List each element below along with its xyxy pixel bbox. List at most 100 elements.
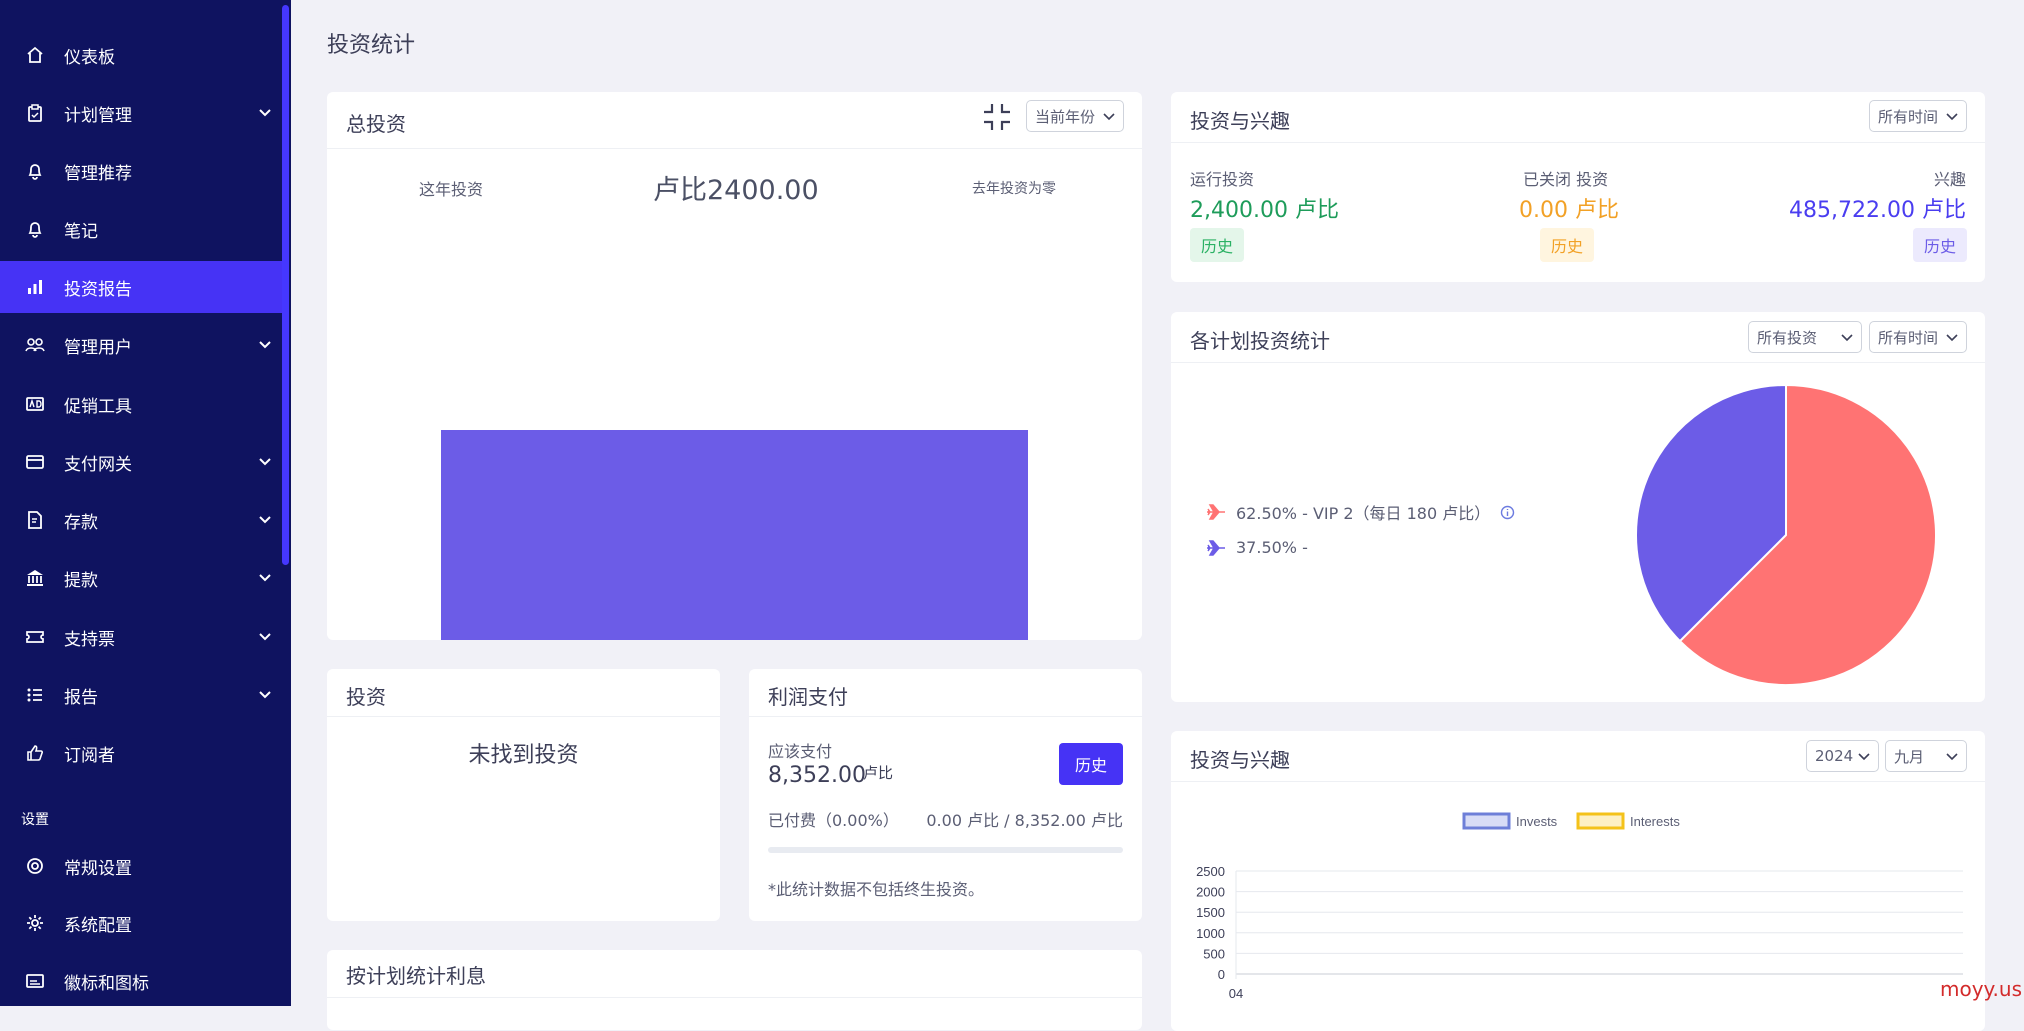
card-title: 利润支付: [768, 685, 848, 709]
legend-item: 37.50% -: [1206, 538, 1308, 557]
total-investment-amount: 卢比2400.00: [653, 175, 819, 206]
profit-payment-card: 利润支付 应该支付 8,352.00 卢比 历史 已付费（0.00%） 0.00…: [749, 669, 1142, 921]
page-title: 投资统计: [327, 33, 416, 58]
bell-icon: [24, 160, 46, 182]
sidebar-item-label: 订阅者: [64, 745, 115, 766]
sidebar-item-referrals[interactable]: 管理推荐: [0, 145, 282, 197]
sidebar-item-plan-management[interactable]: 计划管理: [0, 87, 282, 139]
collapse-icon[interactable]: [982, 102, 1012, 132]
due-label: 应该支付: [768, 742, 833, 761]
time-select[interactable]: 所有时间: [1869, 100, 1967, 132]
plan-stats-card: 各计划投资统计 所有投资 所有时间 62.50% - VIP 2（每日 180 …: [1171, 312, 1985, 702]
card-title: 投资与兴趣: [1190, 748, 1290, 772]
legend-item: 62.50% - VIP 2（每日 180 卢比）: [1206, 500, 1515, 524]
investment-filter-select[interactable]: 所有投资: [1748, 321, 1862, 353]
card-header: 投资与兴趣 2024 九月: [1171, 731, 1985, 782]
legend-label: Interests: [1630, 814, 1680, 829]
sidebar-scrollbar[interactable]: [282, 5, 289, 565]
sidebar-item-notes[interactable]: 笔记: [0, 203, 282, 255]
interest-value: 485,722.00 卢比: [1789, 198, 1966, 223]
sidebar-section-label: 设置: [21, 812, 49, 828]
card-title: 投资: [346, 685, 386, 709]
clipboard-icon: [24, 102, 46, 124]
card-header: 利润支付: [749, 669, 1142, 717]
sidebar-item-dashboard[interactable]: 仪表板: [0, 29, 282, 81]
y-tick-label: 500: [1203, 946, 1225, 961]
plane-icon: [1207, 539, 1225, 556]
sidebar-item-label: 管理用户: [64, 337, 132, 358]
invest-interest-summary-card: 投资与兴趣 所有时间 运行投资 2,400.00 卢比 历史 已关闭 投资 0.…: [1171, 92, 1985, 282]
investment-card: 投资 未找到投资: [327, 669, 720, 921]
sidebar-item-label: 徽标和图标: [64, 973, 149, 994]
interest-history-button[interactable]: 历史: [1913, 228, 1967, 262]
year-select[interactable]: 2024: [1806, 740, 1879, 772]
total-investment-bar-chart: [441, 430, 1028, 640]
sidebar-item-label: 管理推荐: [64, 163, 132, 184]
bar-chart-icon: [24, 276, 46, 298]
period-select[interactable]: 当前年份: [1026, 100, 1124, 132]
sidebar-item-logo-favicon[interactable]: 徽标和图标: [0, 955, 282, 1006]
paid-value: 0.00 卢比 / 8,352.00 卢比: [926, 811, 1123, 830]
time-select-value: 所有时间: [1878, 328, 1939, 347]
closed-investment-label: 已关闭 投资: [1523, 170, 1609, 189]
image-icon: [24, 970, 46, 992]
plane-icon: [1207, 504, 1225, 520]
stats-note: *此统计数据不包括终生投资。: [768, 880, 985, 899]
investment-filter-value: 所有投资: [1757, 328, 1818, 347]
legend-label: Invests: [1516, 814, 1558, 829]
chevron-down-icon: [1103, 113, 1115, 121]
chevron-down-icon: [259, 109, 271, 117]
sidebar-item-withdrawals[interactable]: 提款: [0, 552, 282, 604]
plan-interest-card: 按计划统计利息: [327, 950, 1142, 1030]
sidebar-item-manage-users[interactable]: 管理用户: [0, 319, 282, 371]
sidebar-item-reports[interactable]: 报告: [0, 669, 282, 721]
sidebar-item-payment-gateway[interactable]: 支付网关: [0, 436, 282, 488]
sidebar-item-general-settings[interactable]: 常规设置: [0, 840, 282, 892]
watermark-text: moyy.us: [1940, 977, 2022, 1001]
sidebar: 仪表板 计划管理 管理推荐 笔记 投资报告 管理用户 促销工具 支付网关 存款 …: [0, 0, 291, 1006]
card-header: 投资与兴趣 所有时间: [1171, 92, 1985, 143]
sidebar-item-label: 计划管理: [64, 105, 132, 126]
chevron-down-icon: [259, 458, 271, 466]
card-header: 按计划统计利息: [327, 950, 1142, 998]
home-icon: [24, 44, 46, 66]
sidebar-item-promotion-tools[interactable]: 促销工具: [0, 378, 282, 430]
closed-investment-value: 0.00 卢比: [1519, 198, 1619, 223]
running-investment-value: 2,400.00 卢比: [1190, 198, 1339, 223]
thumbs-up-icon: [24, 742, 46, 764]
history-button[interactable]: 历史: [1059, 743, 1123, 785]
y-tick-label: 1500: [1196, 905, 1225, 920]
sidebar-item-label: 投资报告: [64, 279, 132, 300]
chevron-down-icon: [1946, 334, 1958, 342]
card-header: 投资: [327, 669, 720, 717]
sidebar-item-label: 支付网关: [64, 454, 132, 475]
plan-stats-pie-chart: [1635, 383, 1937, 686]
sidebar-item-support-tickets[interactable]: 支持票: [0, 611, 282, 663]
ticket-icon: [24, 626, 46, 648]
card-header: 总投资 当前年份: [327, 92, 1142, 149]
chevron-down-icon: [259, 341, 271, 349]
credit-card-icon: [24, 451, 46, 473]
bell-icon: [24, 218, 46, 240]
closed-history-button[interactable]: 历史: [1540, 228, 1594, 262]
sidebar-item-deposits[interactable]: 存款: [0, 494, 282, 546]
card-title: 按计划统计利息: [346, 964, 486, 988]
y-tick-label: 1000: [1196, 926, 1225, 941]
this-year-label: 这年投资: [419, 180, 484, 199]
sidebar-item-investment-report[interactable]: 投资报告: [0, 261, 282, 313]
sidebar-item-system-config[interactable]: 系统配置: [0, 897, 282, 949]
legend-swatch: [1576, 812, 1625, 830]
time-select[interactable]: 所有时间: [1869, 321, 1967, 353]
month-select[interactable]: 九月: [1885, 740, 1967, 772]
card-title: 投资与兴趣: [1190, 109, 1290, 133]
month-select-value: 九月: [1894, 747, 1925, 766]
total-investment-card: 总投资 当前年份 这年投资 卢比2400.00 去年投资为零: [327, 92, 1142, 640]
chevron-down-icon: [259, 574, 271, 582]
deposit-icon: [24, 509, 46, 531]
sidebar-item-subscribers[interactable]: 订阅者: [0, 727, 282, 779]
running-history-button[interactable]: 历史: [1190, 228, 1244, 262]
info-icon[interactable]: [1500, 505, 1515, 520]
ad-icon: [24, 393, 46, 415]
sidebar-item-label: 系统配置: [64, 915, 132, 936]
chevron-down-icon: [259, 633, 271, 641]
